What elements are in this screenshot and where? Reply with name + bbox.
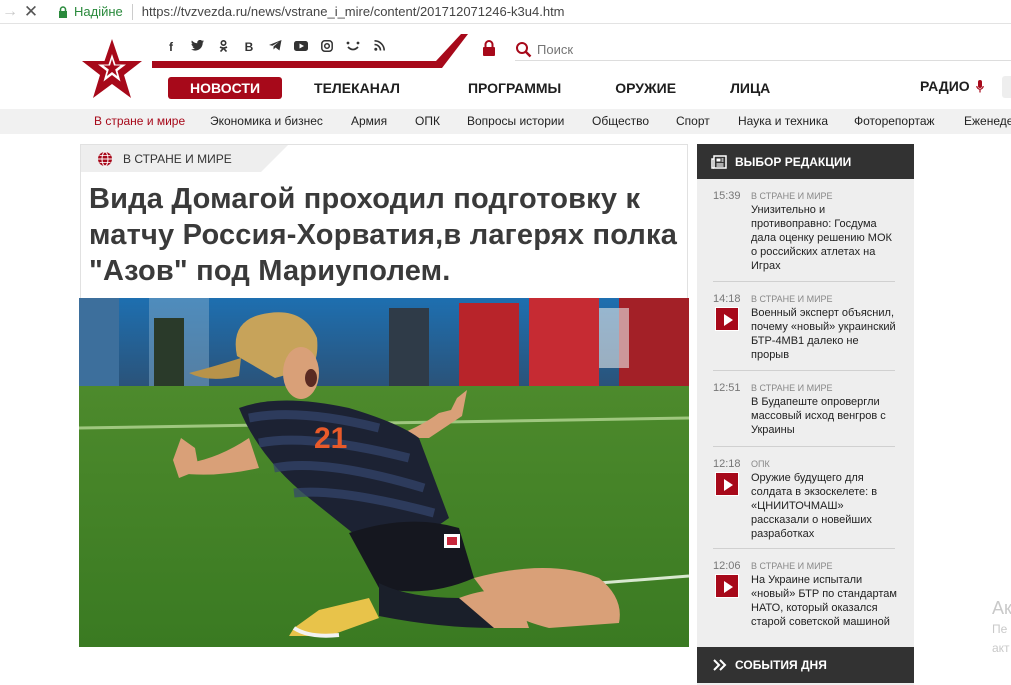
twitter-icon[interactable]: [184, 39, 210, 54]
news-category[interactable]: В СТРАНЕ И МИРЕ: [751, 383, 833, 393]
url-separator: [131, 3, 133, 20]
subnav-weekly[interactable]: Еженедельник: [964, 114, 1011, 128]
double-chevron-right-icon: [713, 659, 727, 671]
editors-choice-title: ВЫБОР РЕДАКЦИИ: [735, 154, 852, 169]
news-time: 12:06: [713, 560, 741, 572]
site-header: f B НОВОСТИ: [0, 25, 1011, 109]
nav-weapons[interactable]: ОРУЖИЕ: [615, 80, 676, 96]
vk-icon[interactable]: B: [236, 40, 262, 54]
subnav-sport[interactable]: Спорт: [676, 114, 710, 128]
youtube-icon[interactable]: [288, 40, 314, 54]
instagram-icon[interactable]: [314, 39, 340, 55]
rubric-label: В СТРАНЕ И МИРЕ: [123, 151, 232, 166]
news-category[interactable]: В СТРАНЕ И МИРЕ: [751, 561, 833, 571]
article-header: В СТРАНЕ И МИРЕ Вида Домагой проходил по…: [80, 144, 688, 298]
day-events-header[interactable]: СОБЫТИЯ ДНЯ: [697, 647, 914, 683]
jersey-number: 21: [314, 422, 347, 455]
nav-news[interactable]: НОВОСТИ: [168, 77, 283, 99]
rss-icon[interactable]: [366, 40, 392, 54]
news-title[interactable]: В Будапеште опровергли массовый исход ве…: [751, 395, 899, 437]
stop-loading-icon[interactable]: ✕: [20, 2, 42, 22]
browser-url-bar: → ✕ Надійне https://tvzvezda.ru/news/vst…: [0, 0, 1011, 24]
login-lock-icon[interactable]: [482, 40, 496, 56]
subnav-photo[interactable]: Фоторепортаж: [854, 114, 935, 128]
globe-icon: [98, 151, 112, 166]
secure-label[interactable]: Надійне: [74, 4, 123, 19]
news-time: 14:18: [713, 293, 741, 305]
news-divider: [713, 548, 895, 549]
activation-notice-heading: Ак: [992, 598, 1011, 618]
subnav-country-world[interactable]: В стране и мире: [94, 114, 185, 128]
subnav-economy[interactable]: Экономика и бизнес: [210, 114, 323, 128]
news-title[interactable]: Унизительно и противоправно: Госдума дал…: [751, 203, 899, 273]
odnoklassniki-icon[interactable]: [210, 39, 236, 55]
subnav-society[interactable]: Общество: [592, 114, 649, 128]
video-play-icon[interactable]: [715, 307, 739, 331]
nav-faces[interactable]: ЛИЦА: [730, 80, 770, 96]
secure-lock-icon[interactable]: [54, 5, 72, 18]
subnav-opk[interactable]: ОПК: [415, 114, 440, 128]
news-title[interactable]: Оружие будущего для солдата в экзоскелет…: [751, 471, 899, 541]
activation-notice-line: Пе: [992, 622, 1008, 636]
video-play-icon[interactable]: [715, 472, 739, 496]
news-time: 12:51: [713, 382, 741, 394]
article-rubric[interactable]: В СТРАНЕ И МИРЕ: [81, 145, 261, 172]
zvezda-star-logo[interactable]: [80, 37, 144, 101]
social-links: f B: [158, 39, 392, 55]
subnav-army[interactable]: Армия: [351, 114, 387, 128]
news-time: 15:39: [713, 190, 741, 202]
news-divider: [713, 370, 895, 371]
facebook-icon[interactable]: f: [158, 40, 184, 54]
sub-nav: В стране и мире Экономика и бизнес Армия…: [0, 109, 1011, 134]
article-headline: Вида Домагой проходил подготовку к матчу…: [89, 183, 678, 287]
news-divider: [713, 281, 895, 282]
back-arrow-icon[interactable]: →: [0, 3, 20, 21]
address-field[interactable]: https://tvzvezda.ru/news/vstrane_i_mire/…: [142, 4, 565, 19]
article-photo[interactable]: 21: [79, 298, 689, 647]
main-nav: НОВОСТИ ТЕЛЕКАНАЛ ПРОГРАММЫ ОРУЖИЕ ЛИЦА: [168, 77, 770, 99]
news-divider: [713, 446, 895, 447]
rubric-tab-tail: [261, 145, 288, 172]
nav-telekanal[interactable]: ТЕЛЕКАНАЛ: [314, 80, 400, 96]
football-player-celebration-image: 21: [79, 298, 689, 647]
search-input[interactable]: [537, 42, 937, 57]
news-category[interactable]: В СТРАНЕ И МИРЕ: [751, 191, 833, 201]
news-category[interactable]: В СТРАНЕ И МИРЕ: [751, 294, 833, 304]
yandex-zen-icon[interactable]: [340, 40, 366, 54]
editors-choice-sidebar: ВЫБОР РЕДАКЦИИ 15:39 В СТРАНЕ И МИРЕ Уни…: [697, 144, 914, 685]
telegram-icon[interactable]: [262, 40, 288, 54]
editors-choice-header: ВЫБОР РЕДАКЦИИ: [697, 144, 914, 179]
news-time: 12:18: [713, 458, 741, 470]
newspaper-icon: [711, 154, 727, 169]
radio-link[interactable]: РАДИО: [920, 78, 984, 94]
activation-notice-line: акт: [992, 641, 1010, 655]
day-events-title: СОБЫТИЯ ДНЯ: [735, 658, 827, 672]
search-icon[interactable]: [515, 41, 533, 59]
subnav-history[interactable]: Вопросы истории: [467, 114, 564, 128]
radio-player-edge[interactable]: [1002, 76, 1011, 98]
video-play-icon[interactable]: [715, 574, 739, 598]
radio-label: РАДИО: [920, 78, 970, 94]
site-search: [515, 39, 1011, 61]
subnav-science[interactable]: Наука и техника: [738, 114, 828, 128]
microphone-icon: [975, 79, 984, 92]
nav-programs[interactable]: ПРОГРАММЫ: [468, 80, 561, 96]
news-title[interactable]: Военный эксперт объяснил, почему «новый»…: [751, 306, 899, 362]
news-category[interactable]: ОПК: [751, 459, 770, 469]
news-title[interactable]: На Украине испытали «новый» БТР по станд…: [751, 573, 899, 629]
